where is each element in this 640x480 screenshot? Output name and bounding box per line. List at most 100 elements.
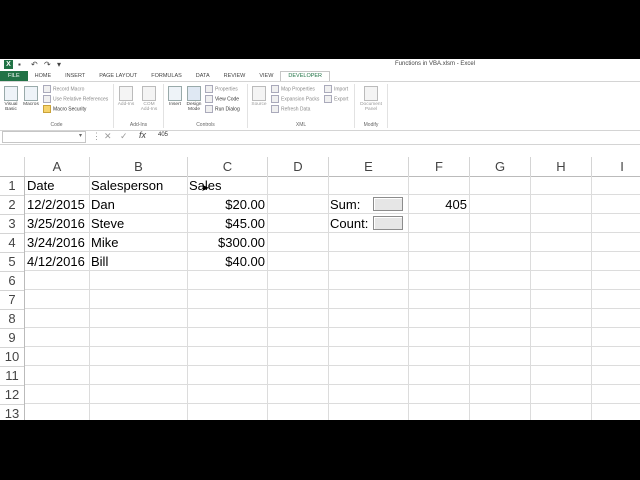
tab-view[interactable]: VIEW (252, 71, 280, 81)
cell-a5[interactable]: 4/12/2016 (25, 252, 89, 271)
cell-a4[interactable]: 3/24/2016 (25, 233, 89, 252)
record-macro-icon (43, 85, 51, 93)
tab-insert[interactable]: INSERT (58, 71, 92, 81)
import-button[interactable]: Import (324, 85, 348, 94)
map-properties-label: Map Properties (281, 86, 315, 93)
gridline (25, 327, 640, 328)
visual-basic-button[interactable]: Visual Basic (2, 86, 20, 112)
row-header[interactable]: 2 (0, 195, 25, 215)
design-mode-icon (187, 86, 201, 101)
row-header[interactable]: 10 (0, 347, 25, 367)
cell-c3[interactable]: $45.00 (187, 214, 267, 233)
column-header-a[interactable]: A (25, 157, 90, 176)
count-button[interactable] (373, 216, 403, 230)
document-panel-label: Document Panel (360, 102, 382, 112)
row-header[interactable]: 13 (0, 404, 25, 420)
count-label[interactable]: Count: (328, 214, 373, 233)
cell-c2[interactable]: $20.00 (187, 195, 267, 214)
insert-control-button[interactable]: Insert (166, 86, 184, 107)
formula-input[interactable]: 405 (158, 132, 168, 138)
macro-security-button[interactable]: Macro Security (43, 105, 86, 114)
insert-function-button[interactable]: fx (139, 130, 146, 140)
chevron-down-icon[interactable]: ▾ (79, 132, 82, 139)
save-icon[interactable]: ▪ (18, 60, 26, 69)
use-relative-references-button[interactable]: Use Relative References (43, 95, 108, 104)
refresh-data-button[interactable]: Refresh Data (271, 105, 310, 114)
cell-b5[interactable]: Bill (89, 252, 187, 271)
addins-button[interactable]: Add-Ins (117, 86, 135, 107)
source-icon (252, 86, 266, 101)
map-properties-button[interactable]: Map Properties (271, 85, 315, 94)
row-header[interactable]: 5 (0, 252, 25, 272)
run-dialog-button[interactable]: Run Dialog (205, 105, 240, 114)
column-header-d[interactable]: D (268, 157, 329, 176)
expansion-packs-icon (271, 95, 279, 103)
column-header-f[interactable]: F (409, 157, 470, 176)
cancel-icon[interactable]: ✕ (104, 131, 112, 142)
tab-review[interactable]: REVIEW (217, 71, 253, 81)
properties-button[interactable]: Properties (205, 85, 238, 94)
cell-f2[interactable]: 405 (408, 195, 469, 214)
undo-icon[interactable]: ↶ (31, 60, 39, 69)
row-header[interactable]: 1 (0, 176, 25, 196)
column-header-g[interactable]: G (470, 157, 531, 176)
row-header[interactable]: 12 (0, 385, 25, 405)
cell-a1[interactable]: Date (25, 176, 89, 195)
ribbon: Visual Basic Macros Record Macro Use Rel… (0, 81, 640, 131)
cell-b1[interactable]: Salesperson (89, 176, 187, 195)
cell-b4[interactable]: Mike (89, 233, 187, 252)
cell-b3[interactable]: Steve (89, 214, 187, 233)
document-panel-button[interactable]: Document Panel (359, 86, 383, 112)
cell-a2[interactable]: 12/2/2015 (25, 195, 89, 214)
record-macro-button[interactable]: Record Macro (43, 85, 84, 94)
worksheet-grid[interactable]: Date Salesperson Sales 12/2/2015 Dan $20… (25, 176, 640, 420)
cell-a3[interactable]: 3/25/2016 (25, 214, 89, 233)
gridline (25, 289, 640, 290)
tab-home[interactable]: HOME (28, 71, 59, 81)
row-header[interactable]: 9 (0, 328, 25, 348)
modify-group: Document Panel Modify (355, 84, 388, 128)
row-header[interactable]: 7 (0, 290, 25, 310)
macros-button[interactable]: Macros (22, 86, 40, 107)
name-box[interactable]: ▾ (2, 131, 86, 143)
gridline (591, 176, 592, 420)
gridline (25, 403, 640, 404)
cell-c4[interactable]: $300.00 (187, 233, 267, 252)
map-properties-icon (271, 85, 279, 93)
view-code-button[interactable]: View Code (205, 95, 239, 104)
row-header[interactable]: 11 (0, 366, 25, 386)
cell-c5[interactable]: $40.00 (187, 252, 267, 271)
source-button[interactable]: Source (250, 86, 268, 107)
column-header-h[interactable]: H (531, 157, 592, 176)
enter-icon[interactable]: ✓ (120, 131, 128, 142)
column-header-b[interactable]: B (90, 157, 188, 176)
row-header[interactable]: 3 (0, 214, 25, 234)
tab-data[interactable]: DATA (189, 71, 217, 81)
macros-label: Macros (23, 102, 39, 107)
sum-label[interactable]: Sum: (328, 195, 373, 214)
customize-qat-icon[interactable]: ▾ (57, 60, 65, 69)
tab-file[interactable]: FILE (0, 71, 28, 81)
com-addins-button[interactable]: COM Add-Ins (140, 86, 158, 112)
design-mode-button[interactable]: Design Mode (185, 86, 203, 112)
design-mode-label: Design Mode (186, 102, 202, 112)
tab-page-layout[interactable]: PAGE LAYOUT (92, 71, 144, 81)
column-header-c[interactable]: C (188, 157, 268, 176)
row-header[interactable]: 4 (0, 233, 25, 253)
select-all-corner[interactable] (0, 157, 25, 176)
addins-group-label: Add-Ins (129, 122, 148, 128)
row-header[interactable]: 6 (0, 271, 25, 291)
sum-button[interactable] (373, 197, 403, 211)
tab-developer[interactable]: DEVELOPER (280, 71, 331, 81)
column-header-e[interactable]: E (329, 157, 409, 176)
tab-formulas[interactable]: FORMULAS (144, 71, 189, 81)
redo-icon[interactable]: ↷ (44, 60, 52, 69)
column-header-i[interactable]: I (592, 157, 640, 176)
gridline (267, 176, 268, 420)
cell-b2[interactable]: Dan (89, 195, 187, 214)
row-header[interactable]: 8 (0, 309, 25, 329)
expansion-packs-button[interactable]: Expansion Packs (271, 95, 319, 104)
cell-c1[interactable]: Sales (187, 176, 267, 195)
export-button[interactable]: Export (324, 95, 348, 104)
window-title: Functions in VBA.xlsm - Excel (395, 61, 476, 67)
